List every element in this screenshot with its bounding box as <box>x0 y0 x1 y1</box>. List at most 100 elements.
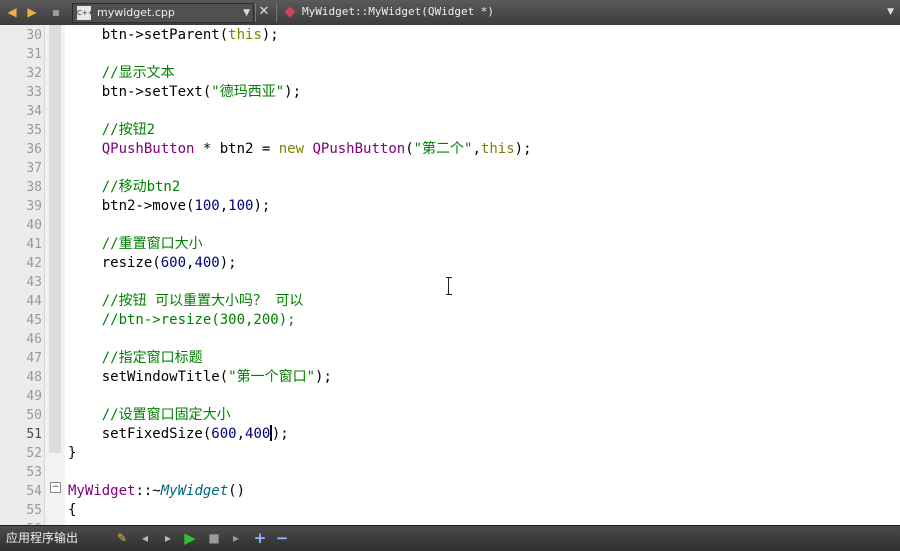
close-document-icon[interactable]: ✕ <box>257 3 271 21</box>
code-token: btn2->move( <box>68 198 195 214</box>
code-token: this <box>480 141 515 157</box>
code-line[interactable]: 36 QPushButton * btn2 = new QPushButton(… <box>0 140 900 159</box>
back-arrow-icon[interactable]: ◀ <box>4 4 20 20</box>
code-text: btn->setParent(this); <box>68 26 279 45</box>
code-line[interactable]: 45 //btn->resize(300,200); <box>0 311 900 330</box>
code-line[interactable]: 32 //显示文本 <box>0 64 900 83</box>
code-token: { <box>68 502 77 518</box>
lock-icon: ▪ <box>51 5 61 19</box>
line-number: 47 <box>26 351 42 366</box>
code-line[interactable]: 54 MyWidget::~MyWidget() <box>0 482 900 501</box>
code-token: 100 <box>228 198 254 214</box>
code-token: "第一个窗口" <box>228 369 316 385</box>
code-text: QPushButton * btn2 = new QPushButton("第二… <box>68 140 532 159</box>
code-line[interactable]: 50 //设置窗口固定大小 <box>0 406 900 425</box>
code-text: //按钮2 <box>68 121 155 140</box>
cpp-file-icon: C++ <box>77 6 94 20</box>
line-number: 53 <box>26 465 42 480</box>
line-number: 34 <box>26 104 42 119</box>
zoom-in-icon[interactable]: + <box>252 530 268 546</box>
code-editor[interactable]: − 30 btn->setParent(this); 31 32 //显示文本 33 … <box>0 25 900 525</box>
line-number: 42 <box>26 256 42 271</box>
line-number: 52 <box>26 446 42 461</box>
code-text: setWindowTitle("第一个窗口"); <box>68 368 332 387</box>
code-line[interactable]: 33 btn->setText("德玛西亚"); <box>0 83 900 102</box>
line-number: 40 <box>26 218 42 233</box>
clear-output-icon[interactable]: ✎ <box>114 530 130 546</box>
line-number: 41 <box>26 237 42 252</box>
code-token: //按钮 可以重置大小吗？ 可以 <box>68 293 304 309</box>
code-token: new <box>278 141 305 157</box>
code-line[interactable]: 38 //移动btn2 <box>0 178 900 197</box>
code-line[interactable]: 42 resize(600,400); <box>0 254 900 273</box>
code-text: //按钮 可以重置大小吗？ 可以 <box>68 292 304 311</box>
line-number: 45 <box>26 313 42 328</box>
line-number: 43 <box>26 275 42 290</box>
code-lines: 30 btn->setParent(this); 31 32 //显示文本 33 bt… <box>0 26 900 525</box>
code-line[interactable]: 51 setFixedSize(600,400); <box>0 425 900 444</box>
code-line[interactable]: 52} <box>0 444 900 463</box>
code-line[interactable]: 48 setWindowTitle("第一个窗口"); <box>0 368 900 387</box>
code-token: () <box>228 483 246 499</box>
code-line[interactable]: 35 //按钮2 <box>0 121 900 140</box>
code-token: setFixedSize( <box>68 426 212 442</box>
code-text: //重置窗口大小 <box>68 235 203 254</box>
code-token: ); <box>271 426 289 442</box>
stop-icon[interactable]: ■ <box>206 530 222 546</box>
code-line[interactable]: 39 btn2->move(100,100); <box>0 197 900 216</box>
code-token: btn->setText( <box>68 84 212 100</box>
forward-arrow-icon[interactable]: ▶ <box>24 4 40 20</box>
code-line[interactable]: 49 <box>0 387 900 406</box>
line-number: 32 <box>26 66 42 81</box>
line-number: 39 <box>26 199 42 214</box>
code-text: setFixedSize(600,400); <box>68 425 289 444</box>
code-token: ( <box>405 141 414 157</box>
run-icon[interactable]: ▶ <box>182 530 198 546</box>
code-text: //btn->resize(300,200); <box>68 311 296 330</box>
code-line[interactable]: 30 btn->setParent(this); <box>0 26 900 45</box>
next-item-icon[interactable]: ▸ <box>160 530 176 546</box>
code-text: //显示文本 <box>68 64 175 83</box>
code-token: //重置窗口大小 <box>68 236 203 252</box>
code-line[interactable]: 40 <box>0 216 900 235</box>
code-line[interactable]: 41 //重置窗口大小 <box>0 235 900 254</box>
line-number: 48 <box>26 370 42 385</box>
function-symbol-icon <box>284 6 296 18</box>
line-number: 35 <box>26 123 42 138</box>
line-number: 50 <box>26 408 42 423</box>
line-number: 37 <box>26 161 42 176</box>
previous-item-icon[interactable]: ◂ <box>137 530 153 546</box>
code-token: * btn2 = <box>194 141 279 157</box>
code-line[interactable]: 37 <box>0 159 900 178</box>
code-token: this <box>228 27 262 43</box>
code-token: //btn->resize(300,200); <box>68 312 296 328</box>
code-token: 100 <box>194 198 220 214</box>
code-line[interactable]: 34 <box>0 102 900 121</box>
symbol-combobox[interactable]: MyWidget::MyWidget(QWidget *) ▼ <box>282 3 900 21</box>
code-token: QPushButton <box>312 141 406 157</box>
application-output-label[interactable]: 应用程序输出 <box>6 526 78 551</box>
code-token: 600 <box>211 426 237 442</box>
code-token: resize( <box>68 255 161 271</box>
chevron-down-icon: ▼ <box>887 7 894 17</box>
code-token: ); <box>315 369 332 385</box>
open-file-combobox[interactable]: C++ mywidget.cpp ▼ <box>72 3 254 23</box>
code-token: //按钮2 <box>68 122 156 138</box>
code-token: //显示文本 <box>68 65 175 81</box>
code-line[interactable]: 55 { <box>0 501 900 520</box>
code-text: //设置窗口固定大小 <box>68 406 231 425</box>
line-number: 55 <box>26 503 42 518</box>
code-text: } <box>68 444 76 463</box>
code-line[interactable]: 31 <box>0 45 900 64</box>
code-line[interactable]: 53 <box>0 463 900 482</box>
code-text: { <box>68 501 76 520</box>
line-number: 30 <box>26 28 42 43</box>
output-pane-bar: 应用程序输出 ✎ ◂ ▸ ▶ ■ ▸ + − <box>0 525 900 551</box>
code-line[interactable]: 47 //指定窗口标题 <box>0 349 900 368</box>
code-token: , <box>236 426 246 442</box>
code-text: btn2->move(100,100); <box>68 197 271 216</box>
zoom-out-icon[interactable]: − <box>274 530 290 546</box>
line-number: 49 <box>26 389 42 404</box>
attach-icon[interactable]: ▸ <box>228 530 244 546</box>
code-line[interactable]: 46 <box>0 330 900 349</box>
